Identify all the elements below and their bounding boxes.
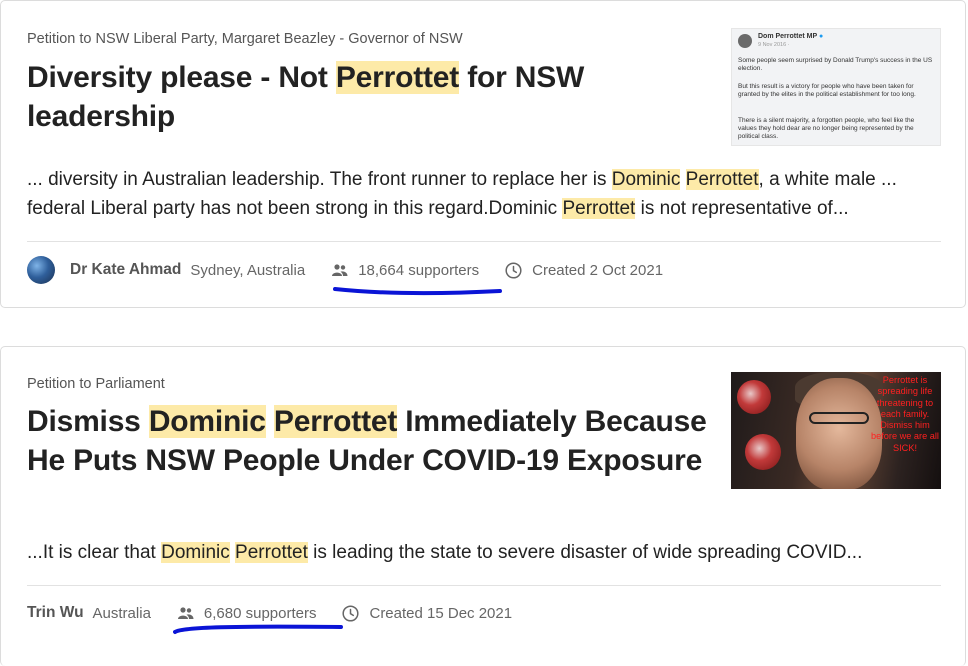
clock-icon — [505, 261, 522, 279]
petition-title[interactable]: Diversity please - Not Perrottet for NSW… — [27, 58, 707, 136]
petition-excerpt: ...It is clear that Dominic Perrottet is… — [27, 542, 863, 563]
avatar — [27, 256, 55, 284]
author-location: Sydney, Australia — [190, 261, 306, 279]
people-icon — [177, 607, 194, 619]
thumbnail-overlay-text: Perrottet is spreading life threatening … — [871, 375, 939, 453]
thumbnail-time: 9 Nov 2016 · — [758, 42, 790, 48]
clock-icon — [342, 604, 360, 622]
petition-card[interactable]: Petition to Parliament Dismiss Dominic P… — [0, 346, 966, 666]
thumbnail-paragraph: But this result is a victory for people … — [738, 83, 916, 98]
petition-title[interactable]: Dismiss Dominic Perrottet Immediately Be… — [27, 402, 707, 480]
annotation-underline — [333, 287, 502, 296]
thumbnail-paragraph: Some people seem surprised by Donald Tru… — [738, 57, 933, 72]
petition-excerpt: ... diversity in Australian leadership. … — [27, 169, 897, 219]
verified-icon: ● — [818, 33, 824, 40]
petition-target: Petition to NSW Liberal Party, Margaret … — [27, 31, 463, 47]
divider — [27, 241, 941, 242]
divider — [27, 585, 941, 586]
virus-graphic — [745, 434, 781, 470]
author-name[interactable]: Dr Kate Ahmad — [70, 261, 181, 279]
created-date: Created 2 Oct 2021 — [505, 262, 663, 279]
photo-glasses — [809, 412, 869, 424]
photo-face — [796, 378, 882, 489]
supporters-count: 6,680 supporters — [177, 605, 316, 622]
annotation-underline — [173, 624, 343, 634]
avatar — [738, 34, 752, 48]
thumbnail-paragraph: There is a silent majority, a forgotten … — [738, 117, 915, 140]
petition-target: Petition to Parliament — [27, 376, 165, 392]
created-date: Created 15 Dec 2021 — [342, 605, 512, 622]
petition-thumbnail[interactable]: Perrottet is spreading life threatening … — [731, 372, 941, 489]
author-location: Australia — [92, 604, 151, 622]
author-name[interactable]: Trin Wu — [27, 604, 84, 622]
thumbnail-post-header: Dom Perrottet MP ● 9 Nov 2016 · — [738, 33, 823, 49]
people-icon — [332, 264, 348, 276]
petition-thumbnail[interactable]: Dom Perrottet MP ● 9 Nov 2016 · Some peo… — [731, 28, 941, 146]
thumbnail-author: Dom Perrottet MP — [758, 33, 817, 40]
supporters-count: 18,664 supporters — [331, 262, 479, 279]
petition-meta: Dr Kate Ahmad Sydney, Australia 18,664 s… — [27, 256, 663, 284]
virus-graphic — [737, 380, 771, 414]
petition-card[interactable]: Petition to NSW Liberal Party, Margaret … — [0, 0, 966, 308]
